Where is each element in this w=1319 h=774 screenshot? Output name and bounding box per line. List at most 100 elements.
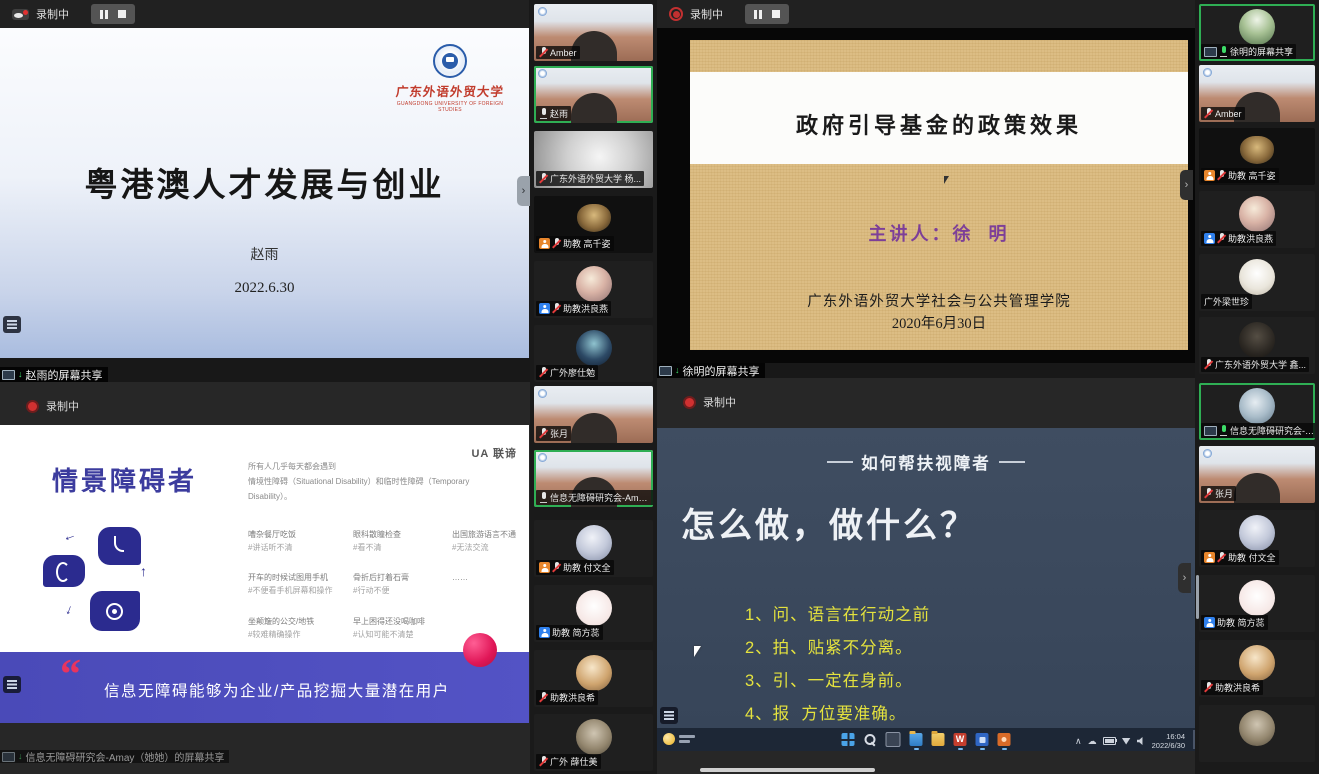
mic-on-icon xyxy=(1219,425,1228,436)
participant-tile[interactable]: 广外梁世珍 xyxy=(1199,254,1315,311)
tray-chevron-up-icon[interactable]: ∧ xyxy=(1075,737,1082,746)
avatar xyxy=(576,525,612,561)
recording-status: 录制中 xyxy=(36,6,69,22)
battery-icon[interactable] xyxy=(1103,737,1116,745)
collapse-strip-chevron[interactable]: › xyxy=(517,176,530,206)
collapse-strip-chevron[interactable]: › xyxy=(1178,563,1191,593)
sidebar-toggle-icon[interactable] xyxy=(3,676,21,693)
avatar xyxy=(1239,710,1275,746)
task-view-icon[interactable] xyxy=(886,732,901,747)
participant-tile[interactable]: 助教 高千姿 xyxy=(534,196,653,253)
role-badge-icon xyxy=(1204,552,1215,563)
folder-icon[interactable] xyxy=(932,733,945,746)
taskbar-clock[interactable]: 16:04 2022/6/30 xyxy=(1152,732,1185,750)
name-tag: 助教洪良燕 xyxy=(536,301,611,316)
university-name-cn: 广东外语外贸大学 xyxy=(384,81,516,100)
mic-muted-icon xyxy=(539,756,548,767)
name-tag: 助教 高千姿 xyxy=(536,236,614,251)
stop-recording-button[interactable] xyxy=(772,10,780,18)
scrollbar-pill[interactable] xyxy=(700,768,875,772)
onedrive-cloud-icon[interactable]: ☁ xyxy=(1088,737,1097,746)
name-tag: Amber xyxy=(536,46,580,59)
network-icon[interactable] xyxy=(1122,738,1131,745)
screen-share-icon xyxy=(1204,426,1217,436)
slide-date: 2020年6月30日 xyxy=(690,312,1188,333)
participant-tile[interactable] xyxy=(1199,705,1315,762)
participant-strip-right: 徐明的屏幕共享 Amber 助教 高千姿 助教洪良燕 广外梁世珍 广东外语外贸大… xyxy=(1195,0,1319,774)
scenario-cell: 坐颠簸的公交/地铁 #较难精确操作 xyxy=(248,615,348,641)
weather-text xyxy=(679,735,695,743)
screen-share-icon xyxy=(659,366,672,376)
sidebar-toggle-icon[interactable] xyxy=(660,707,678,724)
recording-status: 录制中 xyxy=(690,6,723,22)
slide-presenter: 赵雨 xyxy=(0,244,529,264)
stop-recording-button[interactable] xyxy=(118,10,126,18)
participant-name: 张月 xyxy=(1215,487,1233,500)
participant-tile[interactable]: 助教洪良燕 xyxy=(1199,191,1315,248)
screen-share-tag: ↓ 赵雨的屏幕共享 xyxy=(0,367,108,382)
university-logo: 广东外语外贸大学 GUANGDONG UNIVERSITY OF FOREIGN… xyxy=(385,44,515,113)
participant-tile[interactable]: 助教 简方蕊 xyxy=(534,585,653,642)
screen-share-icon xyxy=(2,370,15,380)
university-emblem-icon xyxy=(433,44,467,78)
participant-tile[interactable]: 助教 高千姿 xyxy=(1199,128,1315,185)
arrow-icon: ↓ xyxy=(63,600,75,617)
participant-tile[interactable]: Amber xyxy=(1199,65,1315,122)
nose-icon xyxy=(114,536,124,552)
participant-tile[interactable]: 赵雨 xyxy=(534,66,653,123)
participant-tile[interactable]: 助教洪良燕 xyxy=(534,261,653,318)
meeting-collage: 录制中 广东外语外贸大学 GUANGDONG UNIVERSITY OF FOR… xyxy=(0,0,1319,774)
mic-muted-icon xyxy=(1204,682,1213,693)
participant-tile[interactable]: 广东外语外贸大学 鑫... xyxy=(1199,317,1315,374)
participant-tile[interactable]: 助教洪良希 xyxy=(1199,640,1315,697)
collapse-strip-chevron[interactable]: › xyxy=(1180,170,1193,200)
weather-widget[interactable] xyxy=(663,733,695,745)
participant-tile[interactable]: 助教 付文全 xyxy=(1199,510,1315,567)
recording-toolbar: 录制中 xyxy=(657,0,1195,28)
share-tag-text: 信息无障碍研究会-Amay（她她）的屏幕共享 xyxy=(26,749,225,764)
participant-tile[interactable]: 助教 简方蕊 xyxy=(1199,575,1315,632)
pause-recording-button[interactable] xyxy=(754,10,762,19)
avatar xyxy=(1239,196,1275,232)
participant-tile[interactable]: 助教 付文全 xyxy=(534,520,653,577)
participant-name: 广外廖仕勉 xyxy=(550,366,595,379)
recording-indicator: 录制中 xyxy=(683,394,736,410)
pause-recording-button[interactable] xyxy=(100,10,108,19)
mic-muted-icon xyxy=(539,47,548,58)
participant-tile[interactable]: 广外廖仕勉 xyxy=(534,325,653,382)
role-badge-icon xyxy=(539,238,550,249)
participant-tile[interactable]: 广东外语外贸大学 杨... xyxy=(534,131,653,188)
name-tag: 助教 高千姿 xyxy=(1201,168,1279,183)
participant-video xyxy=(1234,473,1280,503)
word-icon[interactable]: W xyxy=(954,733,967,746)
share-tag-text: 徐明的屏幕共享 xyxy=(683,363,760,379)
university-name-en: GUANGDONG UNIVERSITY OF FOREIGN STUDIES xyxy=(385,101,515,113)
participant-video xyxy=(571,93,617,123)
participant-name: 广外梁世珍 xyxy=(1204,295,1249,308)
participant-tile[interactable]: 张月 xyxy=(534,386,653,443)
participant-tile[interactable]: Amber xyxy=(534,4,653,61)
start-button[interactable] xyxy=(842,733,855,746)
volume-icon[interactable] xyxy=(1137,737,1146,745)
name-tag: 广外梁世珍 xyxy=(1201,294,1252,309)
sidebar-toggle-icon[interactable] xyxy=(3,316,21,333)
quote-mark-icon: “ xyxy=(60,654,81,696)
powerpoint-icon[interactable] xyxy=(998,733,1011,746)
participant-tile[interactable]: 徐明的屏幕共享 xyxy=(1199,4,1315,61)
participant-tile[interactable]: 信息无障碍研究会-A... xyxy=(1199,383,1315,440)
participant-tile[interactable]: 信息无障碍研究会-Amay... xyxy=(534,450,653,507)
scenario-cell: 出国旅游语言不通 #无法交流 xyxy=(452,528,528,554)
strip-scroll-indicator[interactable] xyxy=(1196,575,1199,619)
name-tag: 赵雨 xyxy=(536,106,571,121)
participant-tile[interactable]: 张月 xyxy=(1199,446,1315,503)
eye-icon xyxy=(106,603,123,620)
participant-tile[interactable]: 助教洪良希 xyxy=(534,650,653,707)
search-icon[interactable] xyxy=(864,733,877,746)
teams-icon[interactable] xyxy=(976,733,989,746)
participant-tile[interactable]: 广外 薛仕美 xyxy=(534,714,653,771)
file-explorer-icon[interactable] xyxy=(910,733,923,746)
weather-icon xyxy=(663,733,675,745)
slide-date: 2022.6.30 xyxy=(0,280,529,297)
record-dot-icon xyxy=(683,396,696,409)
mouse-cursor xyxy=(694,646,701,657)
